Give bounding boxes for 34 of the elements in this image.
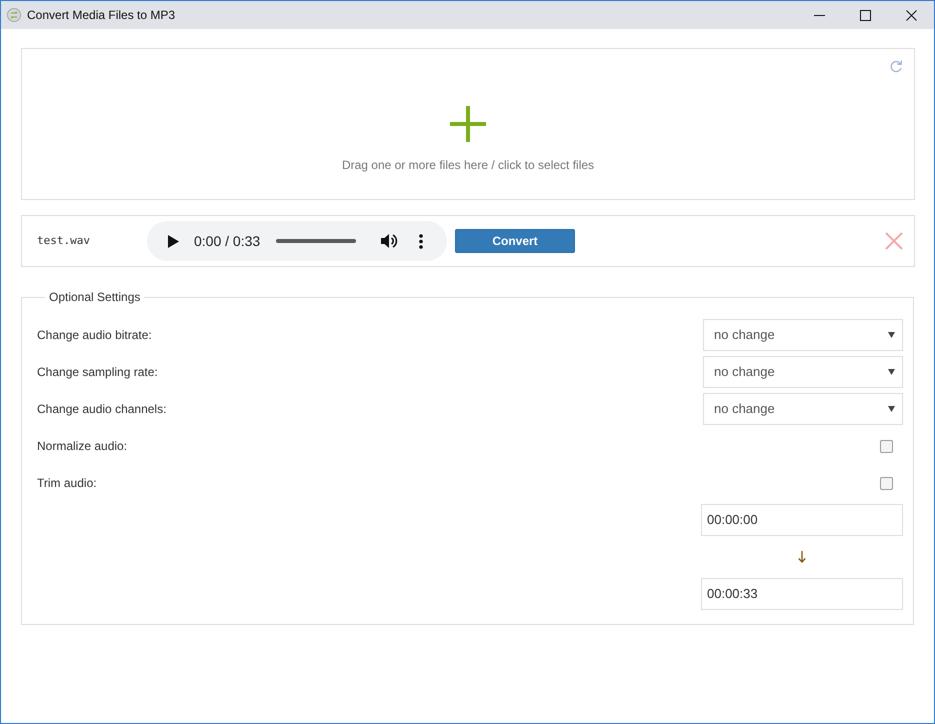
dropdown[interactable]: no change (703, 393, 903, 425)
app-logo-icon (7, 8, 21, 22)
maximize-icon (860, 10, 870, 20)
refresh-icon[interactable] (890, 59, 903, 73)
convert-button[interactable]: Convert (455, 229, 575, 253)
trim-end-field[interactable]: 00:00:33 (701, 578, 903, 610)
settings-legend: Optional Settings (45, 289, 144, 305)
remove-icon[interactable] (885, 232, 903, 250)
close-icon (906, 10, 916, 20)
dropdown[interactable]: no change (703, 356, 903, 388)
more-options-icon[interactable] (419, 234, 424, 248)
arrow-down-icon (798, 551, 806, 563)
file-name: test.wav (37, 232, 91, 249)
checkbox[interactable] (880, 476, 893, 490)
playback-time: 0:00 / 0:33 (194, 232, 260, 250)
caret-icon (888, 332, 895, 338)
setting-label: Change sampling rate: (37, 364, 158, 381)
trim-start-field[interactable]: 00:00:00 (701, 504, 903, 536)
plus-icon[interactable] (450, 106, 486, 142)
minimize-icon (814, 14, 824, 16)
caret-icon (888, 369, 895, 375)
setting-label: Normalize audio: (37, 438, 128, 455)
window-title: Convert Media Files to MP3 (27, 7, 176, 24)
dropdown[interactable]: no change (703, 319, 903, 351)
caret-icon (888, 406, 895, 412)
seek-bar[interactable] (276, 239, 356, 243)
play-icon[interactable] (168, 234, 179, 248)
setting-label: Trim audio: (37, 475, 97, 492)
volume-icon[interactable] (381, 233, 398, 249)
checkbox[interactable] (880, 440, 893, 452)
drop-zone-hint: Drag one or more files here / click to select files (342, 157, 594, 174)
drop-zone[interactable]: Drag one or more files here / click to select files (21, 48, 915, 200)
setting-label: Change audio bitrate: (37, 327, 152, 344)
setting-label: Change audio channels: (37, 401, 166, 418)
